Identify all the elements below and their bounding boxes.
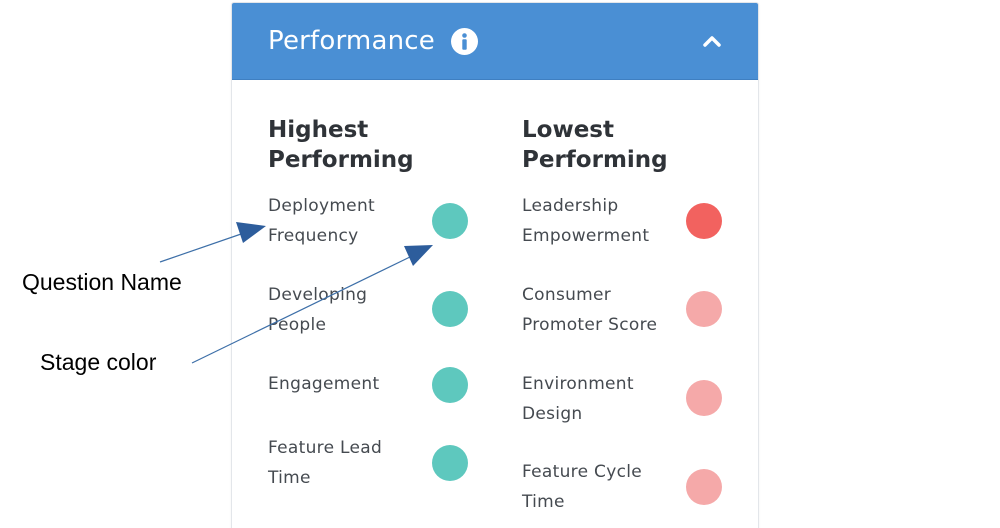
question-name-line: Promoter Score xyxy=(522,315,658,335)
question-name: Consumer Promoter Score xyxy=(522,280,672,340)
highest-performing-heading: Highest Performing xyxy=(268,115,468,175)
question-name-line: Empowerment xyxy=(522,226,650,246)
question-name-line: Time xyxy=(522,492,565,512)
list-item[interactable]: Consumer Promoter Score xyxy=(522,280,732,340)
question-name-line: Environment xyxy=(522,374,634,394)
stage-color-dot xyxy=(432,367,468,403)
stage-color-dot xyxy=(432,203,468,239)
question-name: Environment Design xyxy=(522,369,672,429)
heading-line: Performing xyxy=(268,147,414,173)
question-name-line: Design xyxy=(522,404,583,424)
question-name-line: Frequency xyxy=(268,226,359,246)
stage-color-dot xyxy=(686,203,722,239)
question-name-line: People xyxy=(268,315,327,335)
list-item[interactable]: Feature Lead Time xyxy=(268,433,478,493)
question-name-line: Engagement xyxy=(268,374,380,394)
lowest-performing-heading: Lowest Performing xyxy=(522,115,722,175)
lowest-performing-column: Lowest Performing Leadership Empowerment… xyxy=(522,115,752,512)
chevron-up-icon[interactable] xyxy=(698,27,726,55)
stage-color-dot xyxy=(686,291,722,327)
highest-performing-column: Highest Performing Deployment Frequency … xyxy=(268,115,498,488)
stage-color-dot xyxy=(686,380,722,416)
question-name-line: Deployment xyxy=(268,196,375,216)
stage-color-dot xyxy=(686,469,722,505)
question-name-line: Feature Cycle xyxy=(522,462,643,482)
question-name: Deployment Frequency xyxy=(268,191,418,251)
stage-color-dot xyxy=(432,291,468,327)
stage-color-dot xyxy=(432,445,468,481)
performance-panel: Performance Highest Performing Deploymen… xyxy=(231,2,759,528)
heading-line: Lowest xyxy=(522,117,614,143)
question-name-line: Time xyxy=(268,468,311,488)
heading-line: Performing xyxy=(522,147,668,173)
question-name-line: Developing xyxy=(268,285,368,305)
stage-color-annotation: Stage color xyxy=(40,349,157,375)
panel-title: Performance xyxy=(268,26,435,56)
list-item[interactable]: Leadership Empowerment xyxy=(522,191,732,251)
question-name-line: Consumer xyxy=(522,285,612,305)
page: Performance Highest Performing Deploymen… xyxy=(0,0,1000,528)
panel-header: Performance xyxy=(232,3,758,80)
question-name-line: Feature Lead xyxy=(268,438,383,458)
question-name: Leadership Empowerment xyxy=(522,191,672,251)
question-name-line: Leadership xyxy=(522,196,619,216)
list-item[interactable]: Developing People xyxy=(268,280,478,340)
heading-line: Highest xyxy=(268,117,369,143)
list-item[interactable]: Environment Design xyxy=(522,369,732,429)
question-name: Feature Cycle Time xyxy=(522,457,672,517)
list-item[interactable]: Deployment Frequency xyxy=(268,191,478,251)
question-name: Feature Lead Time xyxy=(268,433,418,493)
list-item[interactable]: Feature Cycle Time xyxy=(522,457,732,517)
question-name: Developing People xyxy=(268,280,418,340)
list-item[interactable]: Engagement xyxy=(268,354,478,414)
question-name-annotation: Question Name xyxy=(22,269,182,295)
info-circle-icon[interactable] xyxy=(451,28,478,55)
question-name: Engagement xyxy=(268,369,418,399)
